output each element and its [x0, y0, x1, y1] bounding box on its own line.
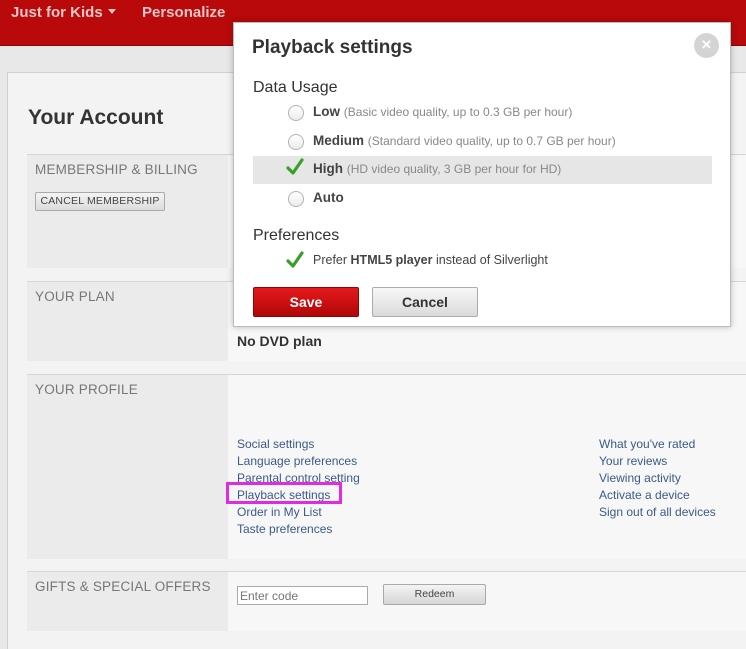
- link-taste-preferences[interactable]: Taste preferences: [237, 522, 332, 536]
- option-high-desc: (HD video quality, 3 GB per hour for HD): [346, 162, 562, 176]
- gift-code-input[interactable]: [237, 586, 368, 605]
- link-activate-device[interactable]: Activate a device: [599, 488, 690, 502]
- profile-right: Social settings Language preferences Par…: [228, 375, 746, 559]
- nav-just-for-kids-label: Just for Kids: [11, 4, 103, 21]
- nav-just-for-kids[interactable]: Just for Kids: [11, 4, 116, 21]
- option-medium[interactable]: Medium (Standard video quality, up to 0.…: [253, 128, 712, 156]
- close-icon[interactable]: ×: [694, 33, 719, 58]
- pref-prefix: Prefer: [313, 253, 348, 267]
- profile-left: YOUR PROFILE: [27, 375, 227, 559]
- preferences-heading: Preferences: [253, 227, 340, 244]
- link-language-preferences[interactable]: Language preferences: [237, 454, 357, 468]
- save-button[interactable]: Save: [253, 287, 359, 317]
- gifts-left: GIFTS & SPECIAL OFFERS: [27, 572, 227, 631]
- pref-bold: HTML5 player: [350, 253, 433, 267]
- option-auto-name: Auto: [313, 190, 344, 205]
- option-low-desc: (Basic video quality, up to 0.3 GB per h…: [343, 105, 573, 119]
- gifts-label: GIFTS & SPECIAL OFFERS: [35, 579, 211, 594]
- link-viewing-activity[interactable]: Viewing activity: [599, 471, 681, 485]
- checkmark-icon[interactable]: [286, 250, 304, 270]
- page-title: Your Account: [28, 106, 164, 129]
- pref-html5-row[interactable]: Prefer HTML5 player instead of Silverlig…: [253, 249, 712, 273]
- option-medium-name: Medium: [313, 133, 365, 148]
- option-high[interactable]: High (HD video quality, 3 GB per hour fo…: [253, 156, 712, 184]
- profile-label: YOUR PROFILE: [35, 382, 138, 397]
- plan-left: YOUR PLAN: [27, 282, 227, 361]
- playback-settings-highlight: [226, 482, 342, 504]
- link-order-in-my-list[interactable]: Order in My List: [237, 505, 322, 519]
- dvd-plan-text: No DVD plan: [237, 333, 322, 349]
- option-high-name: High: [313, 161, 343, 176]
- link-what-youve-rated[interactable]: What you've rated: [599, 437, 695, 451]
- chevron-down-icon: [107, 9, 116, 14]
- radio-medium[interactable]: [288, 134, 304, 150]
- playback-settings-dialog: Playback settings × Data Usage Low (Basi…: [233, 22, 731, 327]
- option-medium-label: Medium (Standard video quality, up to 0.…: [313, 133, 616, 148]
- profile-section: YOUR PROFILE Social settings Language pr…: [27, 374, 746, 559]
- cancel-membership-button[interactable]: CANCEL MEMBERSHIP: [35, 192, 165, 211]
- checkmark-icon[interactable]: [286, 157, 304, 177]
- option-low-name: Low: [313, 104, 340, 119]
- link-sign-out-all-devices[interactable]: Sign out of all devices: [599, 505, 716, 519]
- option-low[interactable]: Low (Basic video quality, up to 0.3 GB p…: [253, 99, 712, 127]
- link-social-settings[interactable]: Social settings: [237, 437, 314, 451]
- redeem-button[interactable]: Redeem: [383, 584, 486, 605]
- membership-left: MEMBERSHIP & BILLING CANCEL MEMBERSHIP: [27, 155, 227, 268]
- gifts-section: GIFTS & SPECIAL OFFERS Redeem: [27, 571, 746, 631]
- option-auto[interactable]: Auto: [253, 185, 712, 213]
- data-usage-heading: Data Usage: [253, 79, 338, 96]
- option-medium-desc: (Standard video quality, up to 0.7 GB pe…: [367, 134, 616, 148]
- pref-suffix: instead of Silverlight: [435, 253, 548, 267]
- membership-label: MEMBERSHIP & BILLING: [35, 162, 198, 177]
- radio-auto[interactable]: [288, 191, 304, 207]
- cancel-button[interactable]: Cancel: [372, 287, 478, 317]
- option-high-label: High (HD video quality, 3 GB per hour fo…: [313, 161, 561, 176]
- option-auto-label: Auto: [313, 190, 344, 205]
- radio-low[interactable]: [288, 105, 304, 121]
- link-your-reviews[interactable]: Your reviews: [599, 454, 667, 468]
- plan-label: YOUR PLAN: [35, 289, 115, 304]
- option-low-label: Low (Basic video quality, up to 0.3 GB p…: [313, 104, 572, 119]
- dialog-title: Playback settings: [252, 37, 413, 58]
- pref-html5-label: Prefer HTML5 player instead of Silverlig…: [313, 253, 548, 267]
- gifts-right: Redeem: [228, 572, 746, 631]
- nav-personalize[interactable]: Personalize: [142, 4, 225, 21]
